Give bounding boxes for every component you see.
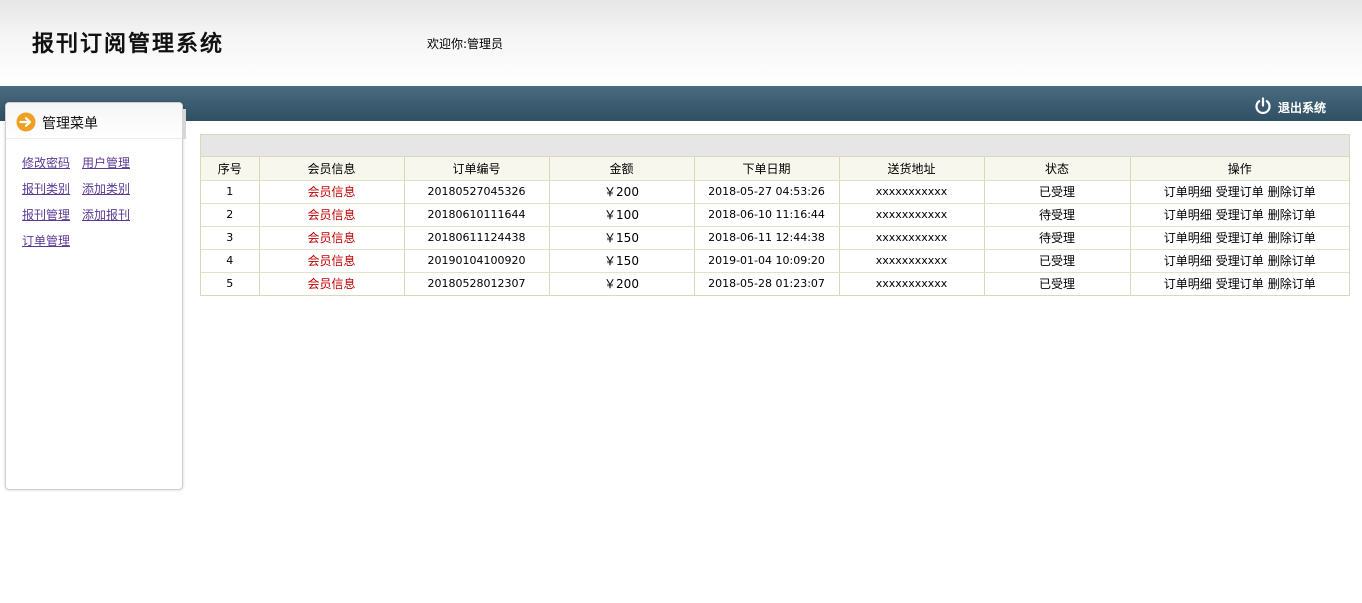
cell-date: 2019-01-04 10:09:20 xyxy=(694,249,840,273)
member-info-link[interactable]: 会员信息 xyxy=(307,231,355,245)
cell-address: xxxxxxxxxxx xyxy=(839,180,985,204)
logout-button[interactable]: 退出系统 xyxy=(1254,95,1326,115)
delete-order-link[interactable]: 删除订单 xyxy=(1268,208,1316,222)
delete-order-link[interactable]: 删除订单 xyxy=(1268,185,1316,199)
sidebar-header: 管理菜单 xyxy=(6,103,186,139)
table-row: 3 会员信息 20180611124438 ￥150 2018-06-11 12… xyxy=(201,226,1349,250)
cell-index: 5 xyxy=(201,272,260,295)
menu-row: 报刊管理 添加报刊 xyxy=(22,207,130,233)
column-header-order-no: 订单编号 xyxy=(404,157,550,181)
power-icon xyxy=(1255,97,1271,115)
cell-index: 2 xyxy=(201,203,260,227)
menu-title: 管理菜单 xyxy=(42,116,98,132)
cell-order-no: 20180527045326 xyxy=(404,180,550,204)
orders-panel: 序号 会员信息 订单编号 金额 下单日期 送货地址 状态 操作 1 会员信息 2… xyxy=(200,134,1350,296)
cell-order-no: 20180611124438 xyxy=(404,226,550,250)
cell-amount: ￥150 xyxy=(549,249,695,273)
delete-order-link[interactable]: 删除订单 xyxy=(1268,277,1316,291)
member-info-link[interactable]: 会员信息 xyxy=(307,254,355,268)
menu-row: 修改密码 用户管理 xyxy=(22,155,130,181)
order-detail-link[interactable]: 订单明细 xyxy=(1164,185,1212,199)
menu-row: 报刊类别 添加类别 xyxy=(22,181,130,207)
delete-order-link[interactable]: 删除订单 xyxy=(1268,254,1316,268)
table-row: 2 会员信息 20180610111644 ￥100 2018-06-10 11… xyxy=(201,203,1349,227)
panel-toolbar xyxy=(201,135,1349,157)
cell-date: 2018-06-11 12:44:38 xyxy=(694,226,840,250)
sidebar-header-accent xyxy=(182,109,186,139)
menu-link-add-category[interactable]: 添加类别 xyxy=(82,181,130,207)
cell-status: 已受理 xyxy=(984,249,1131,273)
cell-actions: 订单明细 受理订单 删除订单 xyxy=(1130,249,1349,273)
cell-address: xxxxxxxxxxx xyxy=(839,203,985,227)
column-header-member: 会员信息 xyxy=(259,157,405,181)
cell-status: 已受理 xyxy=(984,180,1131,204)
column-header-index: 序号 xyxy=(201,157,260,181)
cell-amount: ￥200 xyxy=(549,180,695,204)
column-header-date: 下单日期 xyxy=(694,157,840,181)
cell-actions: 订单明细 受理订单 删除订单 xyxy=(1130,272,1349,295)
welcome-text: 欢迎你:管理员 xyxy=(427,37,504,51)
table-row: 4 会员信息 20190104100920 ￥150 2019-01-04 10… xyxy=(201,249,1349,273)
cell-date: 2018-06-10 11:16:44 xyxy=(694,203,840,227)
table-row: 5 会员信息 20180528012307 ￥200 2018-05-28 01… xyxy=(201,272,1349,295)
logout-label: 退出系统 xyxy=(1277,101,1326,115)
accept-order-link[interactable]: 受理订单 xyxy=(1216,185,1264,199)
cell-index: 4 xyxy=(201,249,260,273)
column-header-actions: 操作 xyxy=(1130,157,1349,181)
cell-actions: 订单明细 受理订单 删除订单 xyxy=(1130,203,1349,227)
menu-link-change-password[interactable]: 修改密码 xyxy=(22,155,70,181)
accept-order-link[interactable]: 受理订单 xyxy=(1216,254,1264,268)
menu-links: 修改密码 用户管理 报刊类别 添加类别 报刊管理 添加报刊 订单管理 xyxy=(22,155,130,259)
cell-index: 3 xyxy=(201,226,260,250)
cell-address: xxxxxxxxxxx xyxy=(839,272,985,295)
accept-order-link[interactable]: 受理订单 xyxy=(1216,208,1264,222)
cell-date: 2018-05-28 01:23:07 xyxy=(694,272,840,295)
app-title: 报刊订阅管理系统 xyxy=(32,31,225,57)
menu-row: 订单管理 xyxy=(22,233,130,259)
cell-status: 待受理 xyxy=(984,203,1131,227)
menu-link-add-newspaper[interactable]: 添加报刊 xyxy=(82,207,130,233)
cell-order-no: 20180610111644 xyxy=(404,203,550,227)
cell-status: 已受理 xyxy=(984,272,1131,295)
order-detail-link[interactable]: 订单明细 xyxy=(1164,208,1212,222)
order-detail-link[interactable]: 订单明细 xyxy=(1164,231,1212,245)
menu-link-categories[interactable]: 报刊类别 xyxy=(22,181,70,207)
cell-address: xxxxxxxxxxx xyxy=(839,226,985,250)
sidebar: 管理菜单 修改密码 用户管理 报刊类别 添加类别 报刊管理 添加报刊 订单管理 xyxy=(5,102,186,490)
column-header-status: 状态 xyxy=(984,157,1131,181)
accept-order-link[interactable]: 受理订单 xyxy=(1216,277,1264,291)
cell-amount: ￥100 xyxy=(549,203,695,227)
cell-amount: ￥150 xyxy=(549,226,695,250)
cell-actions: 订单明细 受理订单 删除订单 xyxy=(1130,226,1349,250)
arrow-right-circle-icon xyxy=(16,112,36,132)
cell-order-no: 20180528012307 xyxy=(404,272,550,295)
table-row: 1 会员信息 20180527045326 ￥200 2018-05-27 04… xyxy=(201,180,1349,204)
column-header-amount: 金额 xyxy=(549,157,695,181)
cell-address: xxxxxxxxxxx xyxy=(839,249,985,273)
order-detail-link[interactable]: 订单明细 xyxy=(1164,254,1212,268)
cell-amount: ￥200 xyxy=(549,272,695,295)
top-navbar: 退出系统 xyxy=(0,86,1362,121)
cell-order-no: 20190104100920 xyxy=(404,249,550,273)
orders-table: 序号 会员信息 订单编号 金额 下单日期 送货地址 状态 操作 1 会员信息 2… xyxy=(201,157,1349,295)
member-info-link[interactable]: 会员信息 xyxy=(307,208,355,222)
cell-status: 待受理 xyxy=(984,226,1131,250)
member-info-link[interactable]: 会员信息 xyxy=(307,277,355,291)
header: 报刊订阅管理系统 欢迎你:管理员 xyxy=(0,0,1362,86)
menu-link-user-management[interactable]: 用户管理 xyxy=(82,155,130,181)
cell-date: 2018-05-27 04:53:26 xyxy=(694,180,840,204)
menu-link-newspaper-management[interactable]: 报刊管理 xyxy=(22,207,70,233)
delete-order-link[interactable]: 删除订单 xyxy=(1268,231,1316,245)
cell-index: 1 xyxy=(201,180,260,204)
menu-link-order-management[interactable]: 订单管理 xyxy=(22,233,70,259)
table-header-row: 序号 会员信息 订单编号 金额 下单日期 送货地址 状态 操作 xyxy=(201,157,1349,181)
order-detail-link[interactable]: 订单明细 xyxy=(1164,277,1212,291)
column-header-address: 送货地址 xyxy=(839,157,985,181)
member-info-link[interactable]: 会员信息 xyxy=(307,185,355,199)
accept-order-link[interactable]: 受理订单 xyxy=(1216,231,1264,245)
cell-actions: 订单明细 受理订单 删除订单 xyxy=(1130,180,1349,204)
